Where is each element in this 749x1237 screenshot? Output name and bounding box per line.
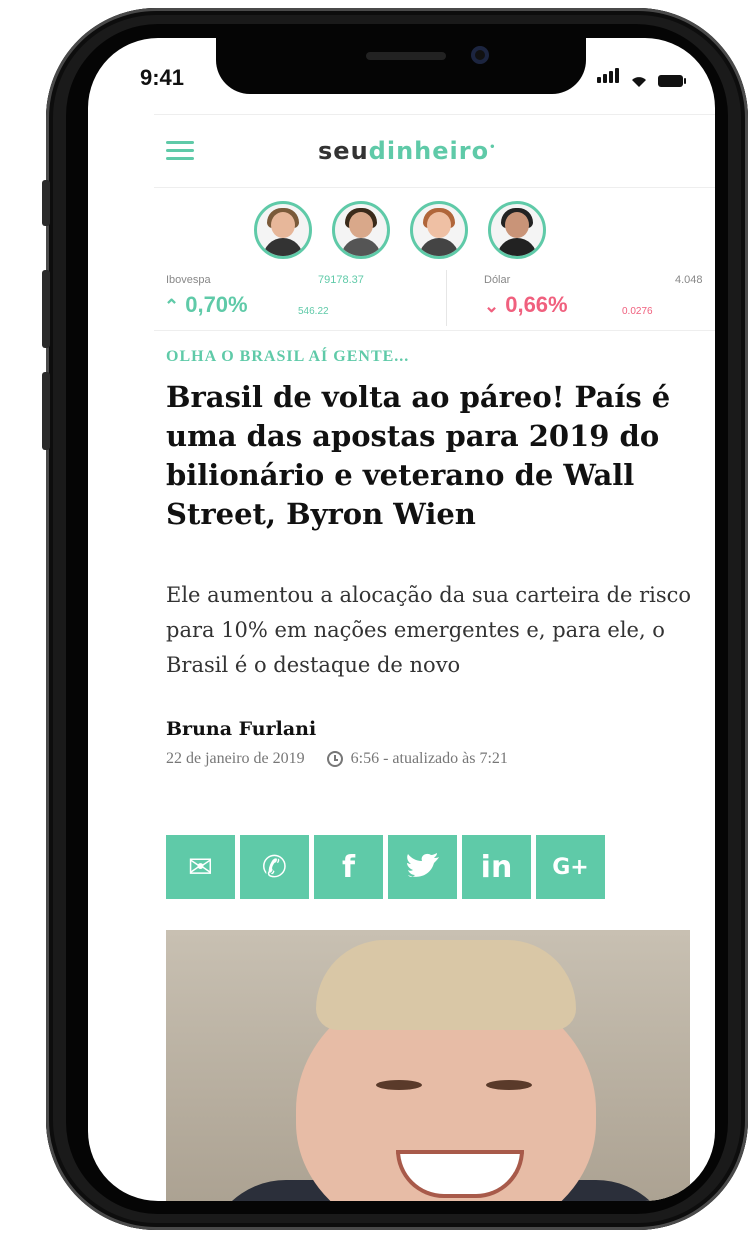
facebook-icon: f — [341, 849, 356, 885]
up-arrow-icon: ⌃ — [164, 296, 180, 316]
googleplus-icon: G+ — [552, 854, 589, 880]
status-icons — [597, 68, 687, 88]
ticker-divider — [446, 270, 447, 326]
article-kicker: OLHA O BRASIL AÍ GENTE... — [166, 348, 410, 365]
site-logo[interactable]: seudinheiro• — [318, 137, 496, 165]
dolar-change: ⌄ 0,66% — [484, 292, 568, 317]
share-bar: ✉ ✆ f in G+ — [166, 835, 605, 899]
status-time: 9:41 — [140, 65, 185, 90]
whatsapp-share-button[interactable]: ✆ — [240, 835, 309, 899]
notch — [216, 38, 586, 94]
logo-part1: seu — [318, 137, 369, 165]
columnists-row — [254, 201, 546, 259]
ibovespa-change: ⌃ 0,70% — [164, 292, 248, 317]
article-time: 6:56 - atualizado às 7:21 — [350, 750, 508, 767]
mute-switch — [42, 180, 50, 226]
hamburger-menu-icon[interactable] — [166, 141, 194, 161]
email-share-button[interactable]: ✉ — [166, 835, 235, 899]
columnist-avatar-1[interactable] — [254, 201, 312, 259]
article-title: Brasil de volta ao páreo! País é uma das… — [166, 380, 671, 531]
facebook-share-button[interactable]: f — [314, 835, 383, 899]
columnist-avatar-3[interactable] — [410, 201, 468, 259]
site-header: seudinheiro• — [154, 114, 715, 188]
article-author[interactable]: Bruna Furlani — [166, 718, 316, 740]
front-camera — [471, 46, 489, 64]
email-icon: ✉ — [187, 849, 214, 885]
twitter-share-button[interactable] — [388, 835, 457, 899]
ibovespa-points: 546.22 — [298, 306, 329, 317]
linkedin-share-button[interactable]: in — [462, 835, 531, 899]
dolar-points: 0.0276 — [622, 306, 653, 317]
speaker — [366, 52, 446, 60]
wifi-icon — [632, 77, 646, 87]
article-lead: Ele aumentou a alocação da sua carteira … — [166, 583, 692, 677]
googleplus-share-button[interactable]: G+ — [536, 835, 605, 899]
logo-part2: dinheiro — [368, 137, 490, 165]
signal-icon — [597, 68, 621, 88]
ibovespa-value: 79178.37 — [318, 274, 364, 286]
dolar-value: 4.048 — [675, 274, 703, 286]
article-date: 22 de janeiro de 2019 — [166, 750, 305, 767]
battery-icon — [658, 75, 686, 87]
article-meta: 22 de janeiro de 2019 6:56 - atualizado … — [166, 750, 508, 768]
columnist-avatar-2[interactable] — [332, 201, 390, 259]
clock-icon — [326, 751, 343, 767]
down-arrow-icon: ⌄ — [484, 296, 500, 316]
phone-screen: 9:41 seudinheiro• Ibovespa 79178.37 ⌃ 0,… — [88, 38, 715, 1201]
article-photo — [166, 930, 690, 1201]
whatsapp-icon: ✆ — [261, 849, 288, 885]
volume-up-button — [42, 270, 50, 348]
ibovespa-label: Ibovespa — [166, 274, 211, 286]
dolar-label: Dólar — [484, 274, 511, 286]
twitter-icon — [406, 853, 439, 877]
linkedin-icon: in — [480, 849, 513, 885]
volume-down-button — [42, 372, 50, 450]
columnist-avatar-4[interactable] — [488, 201, 546, 259]
logo-mark: • — [489, 142, 497, 153]
market-ticker[interactable]: Ibovespa 79178.37 ⌃ 0,70% 546.22 Dólar 4… — [154, 270, 715, 331]
